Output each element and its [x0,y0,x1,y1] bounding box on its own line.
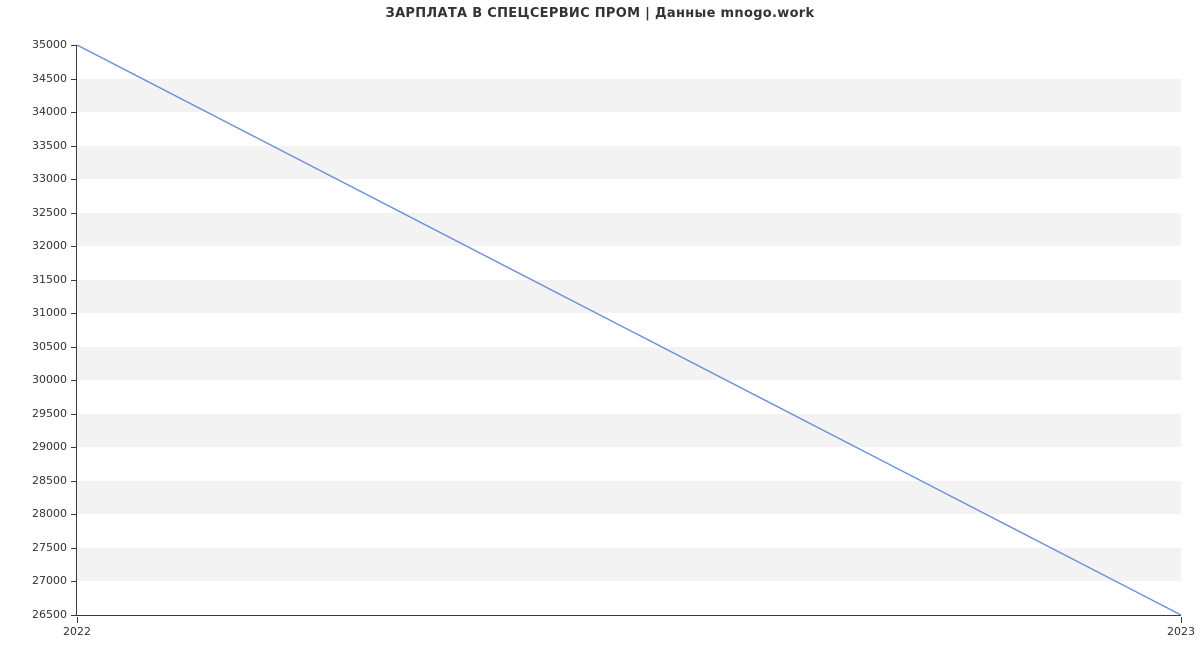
y-tick-mark [71,79,77,80]
y-tick-mark [71,447,77,448]
y-tick-label: 34000 [32,105,67,118]
y-tick-mark [71,347,77,348]
y-tick-label: 26500 [32,608,67,621]
y-tick-label: 32500 [32,206,67,219]
y-tick-mark [71,313,77,314]
y-tick-label: 29500 [32,407,67,420]
y-tick-mark [71,280,77,281]
data-line [77,45,1181,615]
y-tick-mark [71,481,77,482]
y-tick-label: 31000 [32,306,67,319]
x-tick-mark [1181,617,1182,623]
chart-title: ЗАРПЛАТА В СПЕЦСЕРВИС ПРОМ | Данные mnog… [0,6,1200,21]
chart-container: ЗАРПЛАТА В СПЕЦСЕРВИС ПРОМ | Данные mnog… [0,0,1200,650]
y-tick-label: 30500 [32,340,67,353]
y-tick-label: 27500 [32,541,67,554]
y-tick-mark [71,246,77,247]
y-tick-mark [71,179,77,180]
y-tick-mark [71,112,77,113]
line-layer [77,45,1181,615]
y-tick-label: 33000 [32,172,67,185]
y-tick-mark [71,581,77,582]
y-tick-label: 29000 [32,440,67,453]
y-tick-label: 34500 [32,72,67,85]
y-tick-mark [71,213,77,214]
y-tick-mark [71,146,77,147]
y-tick-mark [71,45,77,46]
y-tick-mark [71,548,77,549]
y-tick-mark [71,414,77,415]
x-tick-mark [77,617,78,623]
y-tick-mark [71,514,77,515]
y-tick-label: 31500 [32,273,67,286]
y-tick-label: 33500 [32,139,67,152]
y-tick-label: 35000 [32,38,67,51]
y-tick-label: 27000 [32,574,67,587]
y-tick-mark [71,380,77,381]
y-tick-label: 30000 [32,373,67,386]
plot-area: 2650027000275002800028500290002950030000… [76,45,1181,616]
y-tick-label: 28000 [32,507,67,520]
x-tick-label: 2023 [1167,625,1195,638]
x-tick-label: 2022 [63,625,91,638]
y-tick-label: 28500 [32,474,67,487]
y-tick-mark [71,615,77,616]
y-tick-label: 32000 [32,239,67,252]
